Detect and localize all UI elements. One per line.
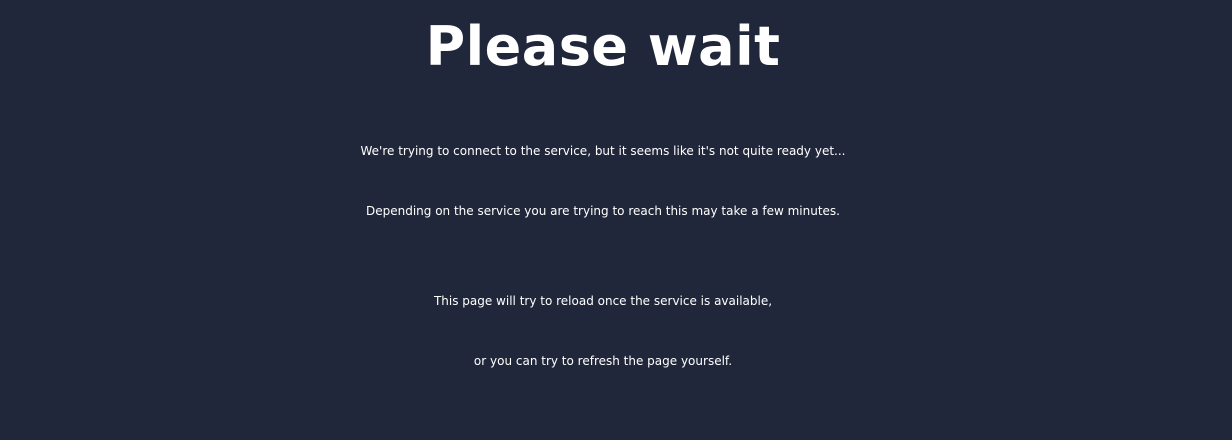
connecting-message: We're trying to connect to the service, …: [360, 144, 846, 158]
page-title: Please wait: [425, 15, 781, 78]
auto-reload-message: This page will try to reload once the se…: [433, 294, 773, 308]
waiting-page: Please wait We're trying to connect to t…: [0, 0, 1232, 440]
manual-refresh-message: or you can try to refresh the page yours…: [473, 354, 733, 368]
duration-message: Depending on the service you are trying …: [365, 204, 840, 218]
